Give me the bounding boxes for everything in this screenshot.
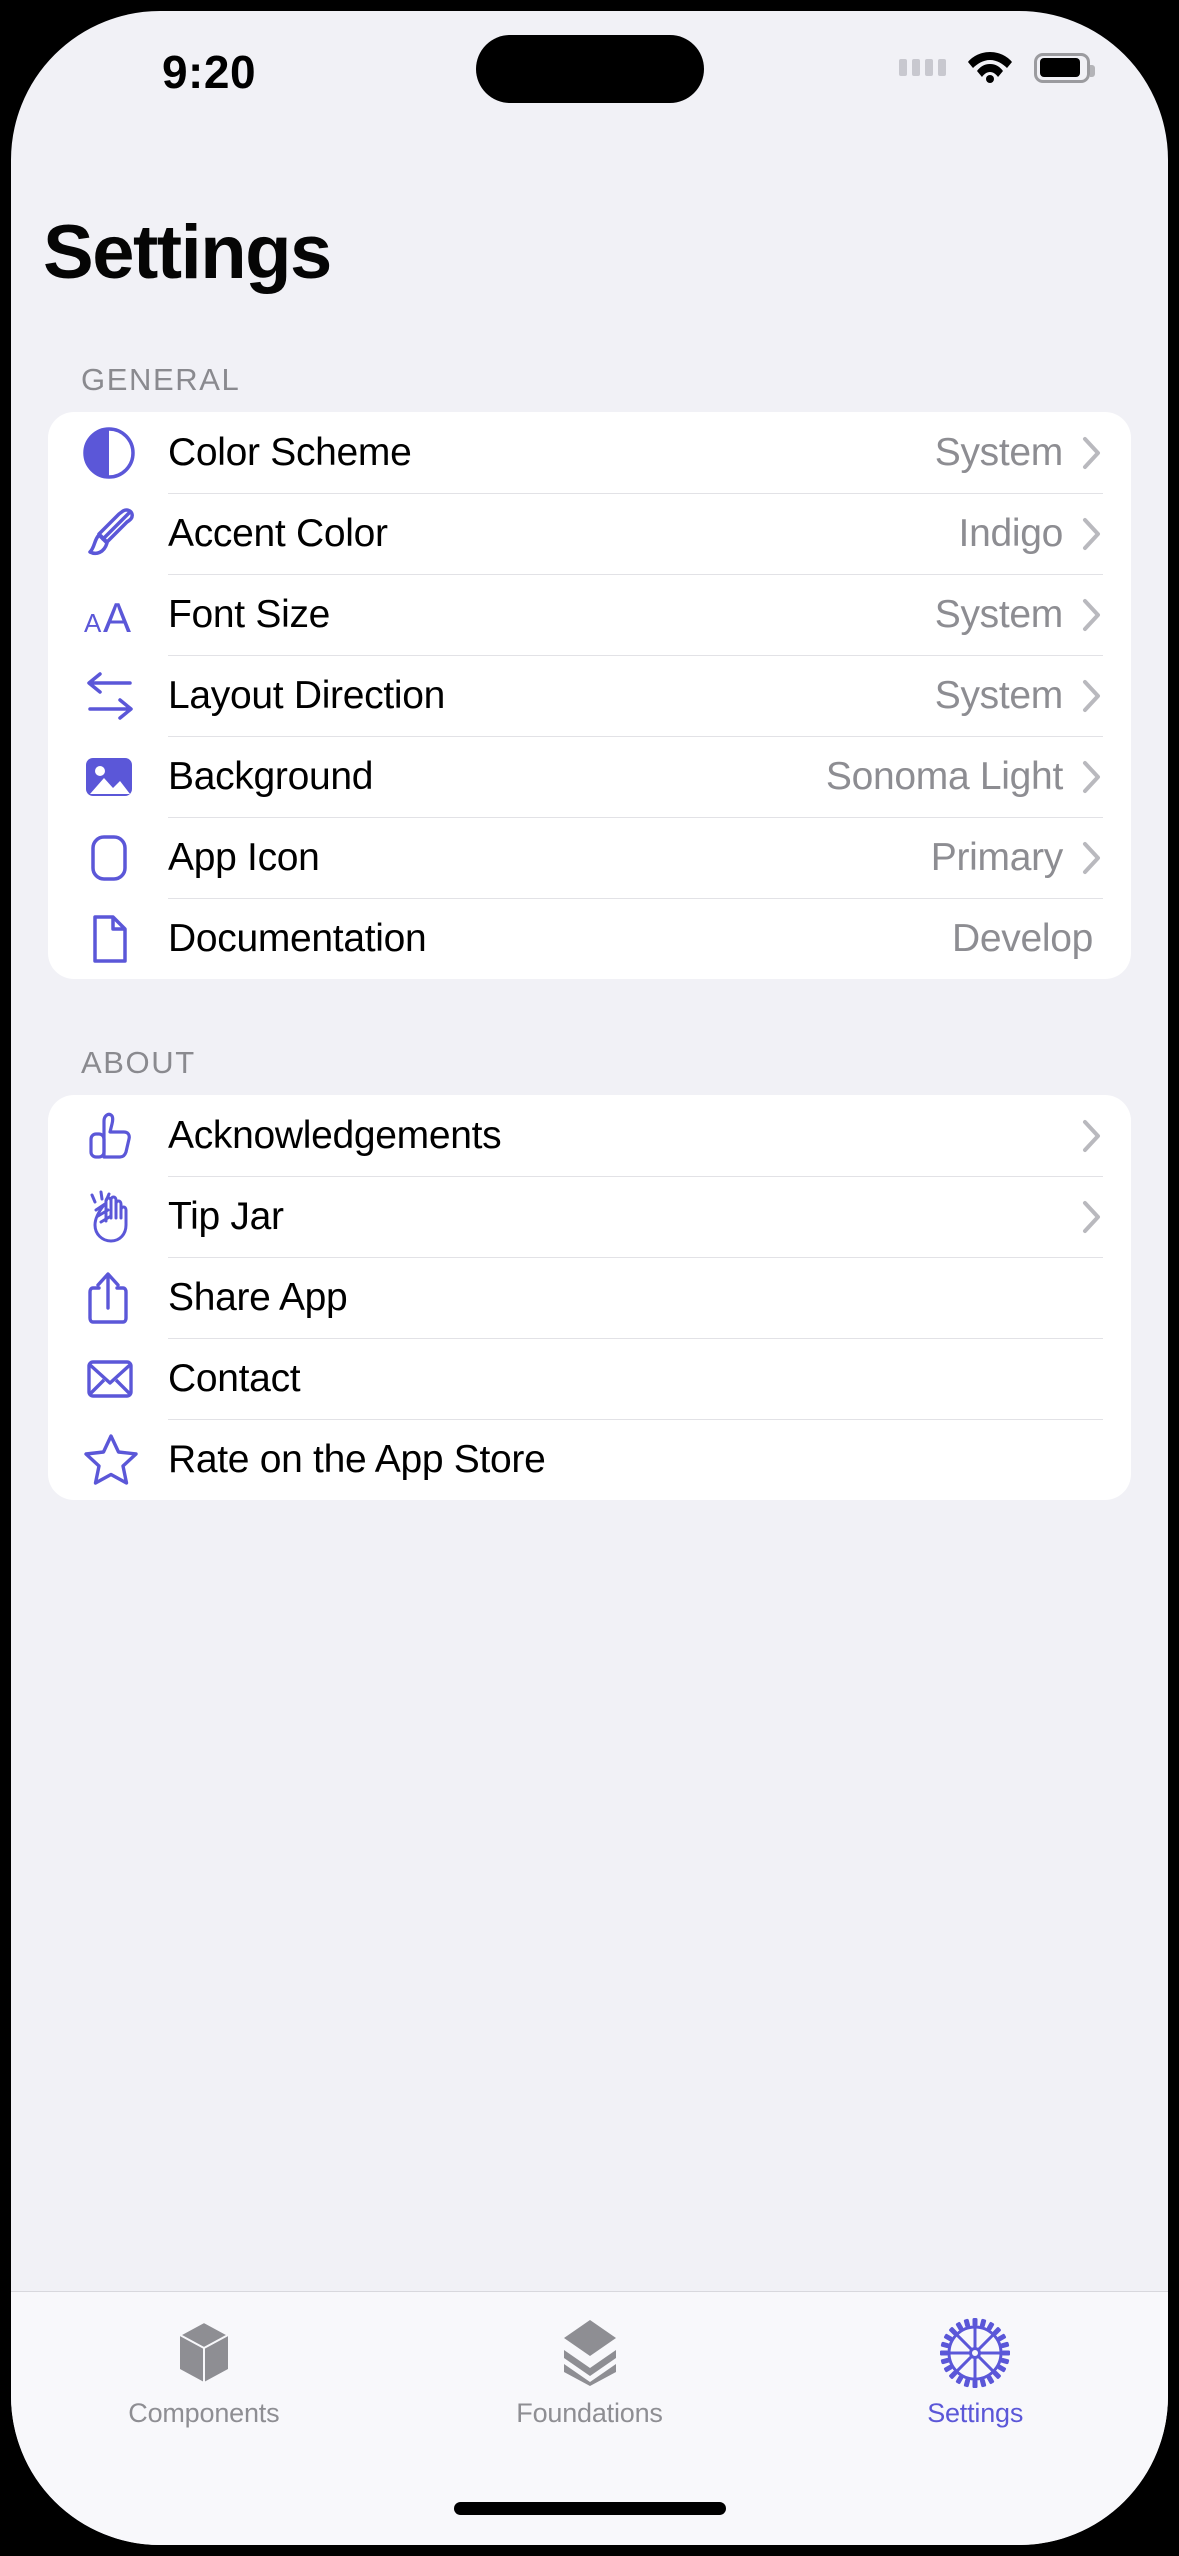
chevron-right-icon xyxy=(1081,515,1103,553)
photo-icon xyxy=(82,750,168,804)
settings-row-tip-jar[interactable]: Tip Jar xyxy=(48,1176,1131,1257)
app-rounded-rect-icon xyxy=(82,831,168,885)
settings-row-value: System xyxy=(934,593,1064,636)
chevron-right-icon xyxy=(1081,1117,1103,1155)
settings-row-label: Background xyxy=(168,755,374,798)
gear-icon xyxy=(938,2316,1012,2390)
chevron-right-icon xyxy=(1081,596,1103,634)
section-header-general: GENERAL xyxy=(81,362,241,397)
tab-label: Components xyxy=(128,2398,280,2428)
phone-screen: 9:20 Settings GENERAL Color Scheme Syste… xyxy=(0,0,1179,2556)
square-stack-icon xyxy=(554,2316,626,2390)
dynamic-island xyxy=(475,35,704,103)
settings-row-layout-direction[interactable]: Layout Direction System xyxy=(48,655,1131,736)
cellular-dots-icon xyxy=(899,59,946,76)
settings-row-label: Tip Jar xyxy=(168,1195,284,1238)
paintbrush-icon xyxy=(82,507,168,561)
chevron-right-icon xyxy=(1081,434,1103,472)
settings-row-color-scheme[interactable]: Color Scheme System xyxy=(48,412,1131,493)
status-bar: 9:20 xyxy=(11,11,1168,151)
svg-text:A: A xyxy=(84,608,102,638)
settings-row-value: Develop xyxy=(952,917,1093,960)
settings-scroll-view[interactable]: Settings GENERAL Color Scheme System Acc… xyxy=(11,151,1168,2291)
page-title: Settings xyxy=(43,210,332,295)
settings-row-value: Primary xyxy=(930,836,1064,879)
star-icon xyxy=(82,1432,168,1488)
settings-row-contact[interactable]: Contact xyxy=(48,1338,1131,1419)
chevron-right-icon xyxy=(1081,1198,1103,1236)
settings-row-app-icon[interactable]: App Icon Primary xyxy=(48,817,1131,898)
settings-row-label: Share App xyxy=(168,1276,348,1319)
settings-row-value: Sonoma Light xyxy=(825,755,1063,798)
wifi-icon xyxy=(966,47,1014,88)
settings-row-accent-color[interactable]: Accent Color Indigo xyxy=(48,493,1131,574)
settings-row-documentation[interactable]: Documentation Develop xyxy=(48,898,1131,979)
settings-row-label: Layout Direction xyxy=(168,674,446,717)
chevron-right-icon xyxy=(1081,677,1103,715)
settings-row-font-size[interactable]: A A Font Size System xyxy=(48,574,1131,655)
settings-group-about: Acknowledgements Tip Jar Share App Conta… xyxy=(48,1095,1131,1500)
cube-icon xyxy=(168,2316,240,2390)
svg-text:A: A xyxy=(103,594,131,641)
settings-row-label: Contact xyxy=(168,1357,301,1400)
settings-row-label: Acknowledgements xyxy=(168,1113,502,1157)
textformat-size-icon: A A xyxy=(82,588,168,642)
arrow-left-arrow-right-icon xyxy=(82,669,168,723)
settings-row-label: Rate on the App Store xyxy=(168,1438,546,1481)
battery-icon xyxy=(1034,52,1095,83)
chevron-right-icon xyxy=(1081,758,1103,796)
status-indicators xyxy=(899,47,1095,88)
settings-row-value: System xyxy=(934,674,1064,717)
envelope-icon xyxy=(82,1352,168,1406)
settings-row-label: Color Scheme xyxy=(168,430,412,474)
settings-row-rate-app-store[interactable]: Rate on the App Store xyxy=(48,1419,1131,1500)
status-time: 9:20 xyxy=(161,46,257,98)
hand-thumbsup-icon xyxy=(82,1108,168,1164)
settings-row-label: Documentation xyxy=(168,917,427,960)
circle-lefthalf-filled-icon xyxy=(82,426,168,480)
tab-label: Foundations xyxy=(516,2398,663,2428)
settings-row-label: Font Size xyxy=(168,593,331,636)
tab-bar: Components Foundations Settings xyxy=(11,2291,1168,2545)
settings-row-acknowledgements[interactable]: Acknowledgements xyxy=(48,1095,1131,1176)
tab-label: Settings xyxy=(927,2398,1024,2428)
hands-clap-icon xyxy=(82,1188,168,1246)
settings-row-value: Indigo xyxy=(958,512,1064,555)
settings-row-label: App Icon xyxy=(168,836,320,879)
chevron-right-icon xyxy=(1081,839,1103,877)
share-icon xyxy=(82,1270,168,1326)
settings-row-background[interactable]: Background Sonoma Light xyxy=(48,736,1131,817)
settings-row-share-app[interactable]: Share App xyxy=(48,1257,1131,1338)
tab-settings[interactable]: Settings xyxy=(782,2292,1168,2545)
tab-components[interactable]: Components xyxy=(11,2292,397,2545)
document-icon xyxy=(82,912,168,966)
settings-group-general: Color Scheme System Accent Color Indigo … xyxy=(48,412,1131,979)
home-indicator[interactable] xyxy=(453,2502,726,2515)
settings-row-label: Accent Color xyxy=(168,512,388,555)
settings-row-value: System xyxy=(934,430,1064,474)
section-header-about: ABOUT xyxy=(81,1045,196,1080)
